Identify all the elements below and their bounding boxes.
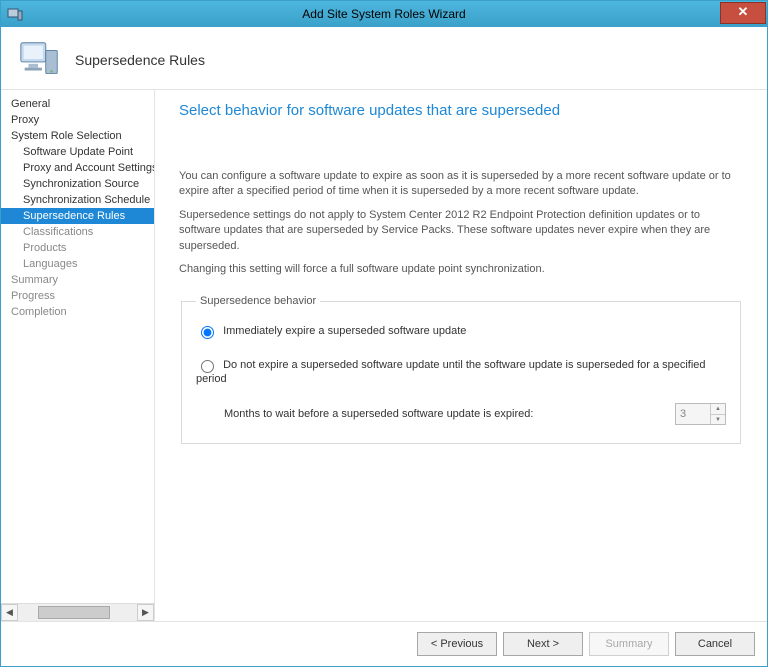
supersedence-behavior-group: Supersedence behavior Immediately expire…	[181, 295, 741, 444]
nav-sync-source[interactable]: Synchronization Source	[1, 176, 154, 192]
window-title: Add Site System Roles Wizard	[1, 7, 767, 21]
spinner-down-icon: ▼	[711, 415, 725, 425]
scroll-track[interactable]	[18, 604, 137, 621]
months-input	[676, 404, 710, 424]
months-row: Months to wait before a superseded softw…	[224, 403, 726, 425]
nav-supersedence-rules[interactable]: Supersedence Rules	[1, 208, 154, 224]
nav-sidebar: General Proxy System Role Selection Soft…	[1, 90, 155, 621]
page-header: Supersedence Rules	[1, 27, 767, 89]
page-label: Supersedence Rules	[75, 52, 205, 68]
radio-immediate-expire[interactable]	[201, 326, 214, 339]
nav-horizontal-scrollbar[interactable]: ◀ ▶	[1, 603, 154, 621]
spinner-up-icon: ▲	[711, 404, 725, 415]
nav-proxy[interactable]: Proxy	[1, 112, 154, 128]
nav-sync-schedule[interactable]: Synchronization Schedule	[1, 192, 154, 208]
group-legend: Supersedence behavior	[196, 295, 320, 307]
main-panel: Select behavior for software updates tha…	[155, 90, 767, 621]
previous-button[interactable]: < Previous	[417, 632, 497, 656]
scroll-thumb[interactable]	[38, 606, 110, 619]
nav-completion[interactable]: Completion	[1, 304, 154, 320]
body: General Proxy System Role Selection Soft…	[1, 89, 767, 621]
cancel-button[interactable]: Cancel	[675, 632, 755, 656]
nav-system-role-selection[interactable]: System Role Selection	[1, 128, 154, 144]
nav-products[interactable]: Products	[1, 240, 154, 256]
description-para-2: Supersedence settings do not apply to Sy…	[179, 208, 743, 254]
description-para-3: Changing this setting will force a full …	[179, 262, 743, 277]
radio-immediate-label[interactable]: Immediately expire a superseded software…	[223, 325, 466, 337]
nav-general[interactable]: General	[1, 96, 154, 112]
title-bar: Add Site System Roles Wizard ✕	[1, 1, 767, 27]
main-title: Select behavior for software updates tha…	[179, 102, 743, 119]
content-area: Supersedence Rules General Proxy System …	[1, 27, 767, 666]
footer-buttons: < Previous Next > Summary Cancel	[1, 621, 767, 666]
radio-wait-period[interactable]	[201, 360, 214, 373]
scroll-left-arrow-icon[interactable]: ◀	[1, 604, 18, 621]
months-label: Months to wait before a superseded softw…	[224, 408, 675, 420]
scroll-right-arrow-icon[interactable]: ▶	[137, 604, 154, 621]
nav-progress[interactable]: Progress	[1, 288, 154, 304]
close-button[interactable]: ✕	[720, 2, 766, 24]
months-spinner: ▲ ▼	[675, 403, 726, 425]
nav-summary[interactable]: Summary	[1, 272, 154, 288]
description-para-1: You can configure a software update to e…	[179, 169, 743, 200]
radio-wait-label[interactable]: Do not expire a superseded software upda…	[196, 359, 706, 385]
summary-button: Summary	[589, 632, 669, 656]
nav-proxy-account-settings[interactable]: Proxy and Account Settings	[1, 160, 154, 176]
nav-classifications[interactable]: Classifications	[1, 224, 154, 240]
wizard-window: Add Site System Roles Wizard ✕ Supersede…	[0, 0, 768, 667]
computer-icon	[17, 37, 63, 83]
radio-row-immediate: Immediately expire a superseded software…	[196, 323, 726, 339]
radio-row-wait-period: Do not expire a superseded software upda…	[196, 357, 726, 385]
nav-software-update-point[interactable]: Software Update Point	[1, 144, 154, 160]
nav-languages[interactable]: Languages	[1, 256, 154, 272]
next-button[interactable]: Next >	[503, 632, 583, 656]
